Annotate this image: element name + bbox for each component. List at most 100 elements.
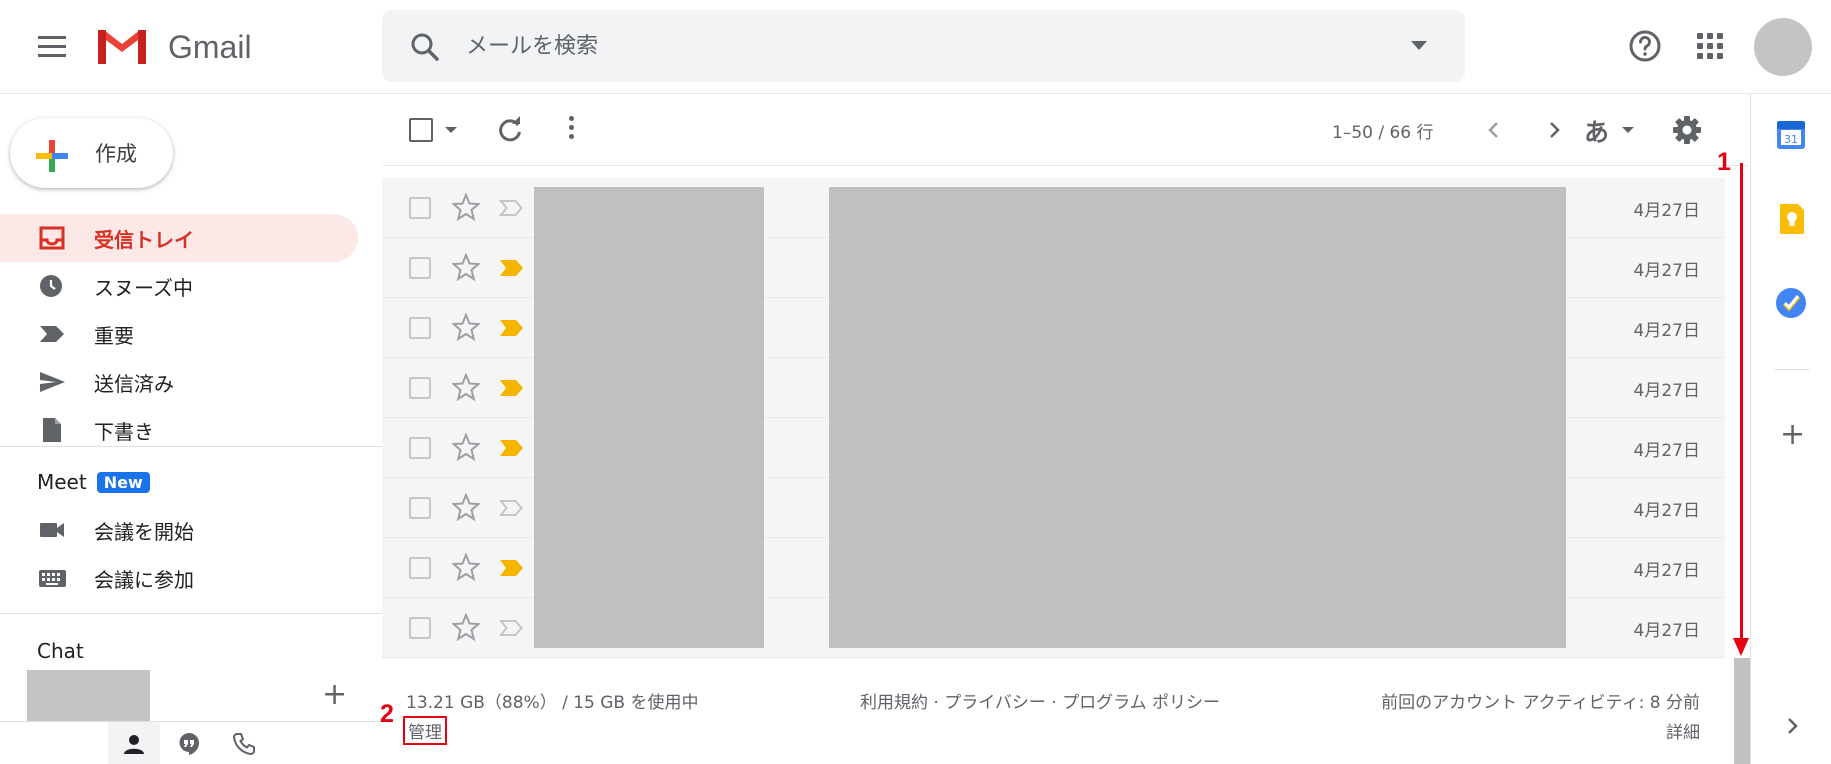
annotation-arrow-head: [1733, 638, 1749, 656]
chevron-right-icon[interactable]: [1542, 118, 1566, 142]
sidebar-item-label: 会議に参加: [94, 567, 194, 592]
more-options-icon[interactable]: [568, 116, 574, 139]
video-icon: [40, 523, 64, 537]
chat-tabs: [0, 721, 382, 764]
email-checkbox[interactable]: [409, 557, 431, 579]
importance-marker-icon[interactable]: [499, 198, 525, 218]
email-date: 4月27日: [1633, 381, 1700, 401]
help-icon[interactable]: [1628, 29, 1662, 63]
sidebar-item-inbox[interactable]: 受信トレイ: [0, 214, 358, 262]
sidebar: 作成 受信トレイ スヌーズ中 重要 送信済み 下書き Meet New 会議を開…: [0, 94, 382, 764]
input-tools-dropdown-icon[interactable]: [1622, 127, 1634, 133]
main-content: 1–50 / 66 行 あ 4月27日 4月27日 4月27日 4月27日 4月27日 4…: [382, 94, 1748, 764]
google-apps-icon[interactable]: [1697, 33, 1723, 59]
star-icon[interactable]: [452, 553, 480, 581]
keep-icon[interactable]: [1774, 202, 1808, 236]
search-options-dropdown-icon[interactable]: [1411, 41, 1427, 50]
chat-title: Chat: [37, 639, 84, 663]
star-icon[interactable]: [452, 193, 480, 221]
chevron-left-icon[interactable]: [1482, 118, 1506, 142]
annotation-arrow-line: [1740, 163, 1743, 643]
email-checkbox[interactable]: [409, 497, 431, 519]
sidebar-item-label: 重要: [94, 323, 134, 348]
sidebar-item-sent[interactable]: 送信済み: [0, 358, 358, 406]
importance-marker-icon[interactable]: [499, 558, 525, 578]
importance-marker-icon[interactable]: [499, 618, 525, 638]
gmail-logo[interactable]: Gmail: [94, 22, 252, 72]
important-icon: [40, 326, 64, 342]
gear-icon[interactable]: [1672, 115, 1702, 145]
inbox-icon: [39, 226, 65, 250]
email-checkbox[interactable]: [409, 257, 431, 279]
chat-add-icon[interactable]: +: [322, 680, 347, 710]
email-date: 4月27日: [1633, 561, 1700, 581]
importance-marker-icon[interactable]: [499, 378, 525, 398]
terms-privacy-links[interactable]: 利用規約 · プライバシー · プログラム ポリシー: [860, 688, 1220, 713]
select-dropdown-icon[interactable]: [445, 127, 457, 133]
email-date: 4月27日: [1633, 501, 1700, 521]
email-checkbox[interactable]: [409, 437, 431, 459]
importance-marker-icon[interactable]: [499, 318, 525, 338]
importance-marker-icon[interactable]: [499, 438, 525, 458]
star-icon[interactable]: [452, 613, 480, 641]
email-checkbox[interactable]: [409, 377, 431, 399]
importance-marker-icon[interactable]: [499, 498, 525, 518]
annotation-step-2: 2: [380, 700, 394, 728]
chevron-right-icon[interactable]: [1783, 714, 1803, 738]
chat-tab-conversations[interactable]: [163, 722, 215, 764]
main-menu-button[interactable]: [30, 24, 74, 68]
sidebar-item-snoozed[interactable]: スヌーズ中: [0, 262, 358, 310]
scrollbar-thumb[interactable]: [1734, 658, 1750, 764]
side-panel-divider: [1775, 369, 1809, 370]
email-checkbox[interactable]: [409, 317, 431, 339]
sidebar-item-label: 会議を開始: [94, 519, 194, 544]
account-avatar[interactable]: [1754, 18, 1812, 76]
email-checkbox[interactable]: [409, 617, 431, 639]
compose-button[interactable]: 作成: [10, 118, 173, 188]
sidebar-item-start-meeting[interactable]: 会議を開始: [0, 506, 358, 554]
email-date: 4月27日: [1633, 441, 1700, 461]
refresh-icon[interactable]: [496, 116, 524, 144]
sidebar-item-important[interactable]: 重要: [0, 310, 358, 358]
select-all-checkbox[interactable]: [409, 118, 433, 142]
svg-text:31: 31: [1784, 133, 1798, 146]
chat-contact-avatar[interactable]: [27, 670, 150, 722]
storage-usage: 13.21 GB（88%） / 15 GB を使用中: [406, 693, 699, 713]
redacted-sender-area: [534, 187, 764, 648]
star-icon[interactable]: [452, 373, 480, 401]
email-date: 4月27日: [1633, 321, 1700, 341]
annotation-step-1: 1: [1717, 148, 1731, 176]
redacted-subject-area: [829, 187, 1566, 648]
send-icon: [40, 372, 65, 392]
importance-marker-icon[interactable]: [499, 258, 525, 278]
hangouts-quote-icon: [179, 732, 199, 755]
chat-tab-phone[interactable]: [218, 722, 270, 764]
page-footer: 13.21 GB（88%） / 15 GB を使用中 管理 利用規約 · プライ…: [382, 660, 1725, 764]
star-icon[interactable]: [452, 253, 480, 281]
sidebar-item-label: 送信済み: [94, 371, 174, 396]
star-icon[interactable]: [452, 433, 480, 461]
chat-tab-contacts[interactable]: [108, 722, 160, 764]
hamburger-line: [38, 35, 66, 39]
star-icon[interactable]: [452, 313, 480, 341]
hamburger-line: [38, 44, 66, 48]
search-bar[interactable]: [382, 10, 1465, 82]
sidebar-item-join-meeting[interactable]: 会議に参加: [0, 554, 358, 602]
new-badge: New: [96, 471, 150, 493]
tasks-icon[interactable]: [1774, 286, 1808, 320]
star-icon[interactable]: [452, 493, 480, 521]
get-addons-icon[interactable]: +: [1780, 420, 1805, 450]
email-date: 4月27日: [1633, 261, 1700, 281]
keyboard-icon: [39, 570, 66, 587]
email-date: 4月27日: [1633, 201, 1700, 221]
side-panel: 31 +: [1750, 94, 1831, 764]
search-input[interactable]: [466, 28, 1366, 64]
manage-storage-link[interactable]: 管理: [403, 716, 447, 745]
email-checkbox[interactable]: [409, 197, 431, 219]
app-header: Gmail: [0, 0, 1831, 94]
input-tools-button[interactable]: あ: [1584, 113, 1609, 149]
sidebar-item-label: スヌーズ中: [94, 275, 193, 300]
activity-details-link[interactable]: 詳細: [1666, 718, 1700, 743]
search-icon[interactable]: [410, 32, 440, 62]
calendar-icon[interactable]: 31: [1774, 118, 1808, 152]
